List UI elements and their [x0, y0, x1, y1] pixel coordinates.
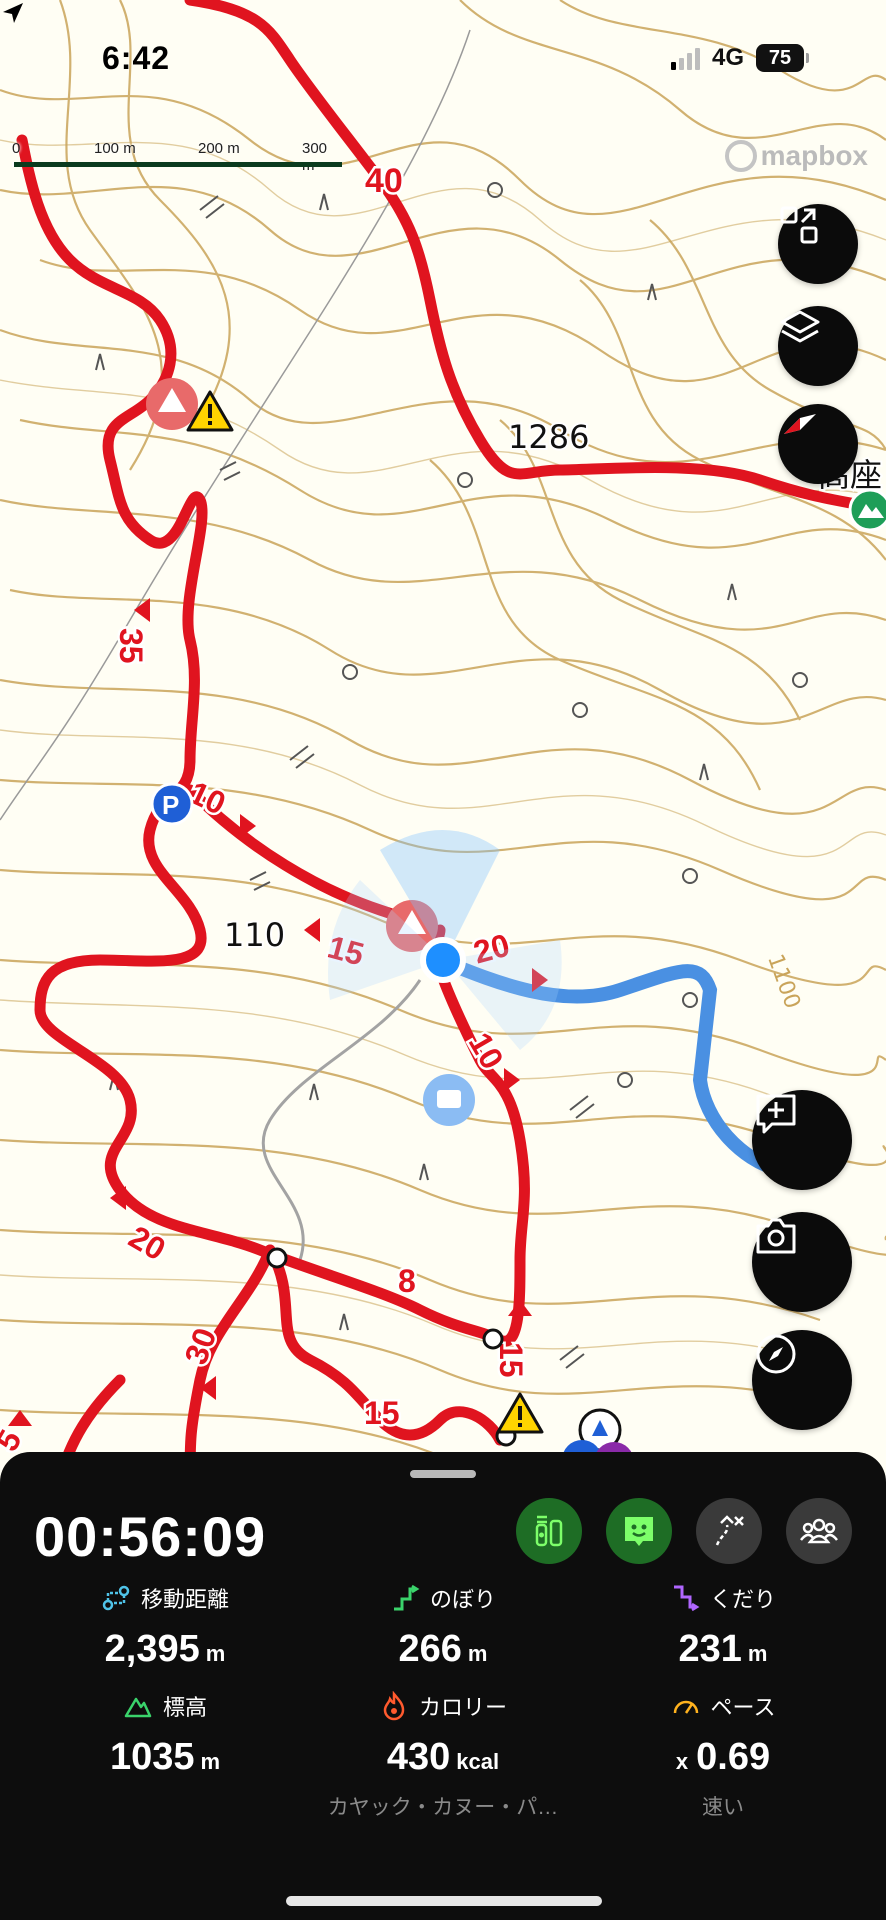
- signal-strength-icon: [670, 46, 700, 70]
- distance-label: 移動距離: [140, 1587, 229, 1612]
- descent-stat: くだり 231 m: [588, 1582, 858, 1671]
- battery-level: 75: [768, 46, 792, 69]
- elevation-unit: m: [200, 1749, 221, 1774]
- location-arrow-icon: [3, 3, 23, 23]
- scale-label: 200 m: [198, 140, 240, 157]
- route-time-label: 35: [113, 628, 149, 664]
- pace-prefix: x: [675, 1749, 689, 1774]
- elevation-value: 1035: [109, 1736, 195, 1778]
- flame-icon: [383, 1691, 405, 1721]
- off-route-button[interactable]: [696, 1498, 762, 1564]
- compass-icon: [756, 1334, 796, 1374]
- mapbox-icon: [724, 140, 757, 172]
- activity-panel[interactable]: 00:56:09 移動距離 2,395 m のぼり 266 m くだり 231 …: [0, 1452, 886, 1920]
- route-time-label: 40: [365, 162, 403, 200]
- activity-type[interactable]: カヤック・カヌー・パ…: [308, 1791, 578, 1821]
- status-indicators: 4G 75: [670, 44, 809, 72]
- pace-value: 0.69: [696, 1736, 771, 1778]
- calories-label: カロリー: [418, 1695, 507, 1720]
- ascent-value: 266: [398, 1628, 462, 1670]
- descent-value: 231: [678, 1628, 742, 1670]
- map-view[interactable]: 40 35 10 15 20 10 20 8 30 15 15 5 1286 1…: [0, 0, 886, 1480]
- camera-button[interactable]: [752, 1212, 852, 1312]
- elevation-label: 110: [224, 916, 285, 954]
- scale-label: 300 m: [302, 140, 328, 174]
- elapsed-timer: 00:56:09: [34, 1505, 267, 1568]
- safety-button[interactable]: [606, 1498, 672, 1564]
- camera-icon: [756, 1218, 796, 1254]
- descent-icon: [673, 1585, 700, 1612]
- pace-description: 速い: [702, 1796, 744, 1819]
- elevation-label: 標高: [162, 1695, 207, 1720]
- group-button[interactable]: [786, 1498, 852, 1564]
- attribution-label: mapbox: [760, 140, 868, 171]
- scale-bar: 0 100 m 200 m 300 m: [12, 140, 342, 174]
- speedometer-icon: [673, 1700, 698, 1714]
- distance-unit: m: [205, 1641, 226, 1666]
- ascent-icon: [393, 1584, 420, 1611]
- expand-icon: [780, 206, 818, 244]
- panel-drag-handle[interactable]: [410, 1470, 476, 1478]
- pace-label: ペース: [710, 1695, 776, 1720]
- gear-checklist-button[interactable]: [516, 1498, 582, 1564]
- add-note-icon: [756, 1094, 796, 1134]
- fit-route-button[interactable]: [778, 204, 858, 284]
- descent-label: くだり: [709, 1587, 776, 1612]
- add-note-button[interactable]: [752, 1090, 852, 1190]
- battery-icon: 75: [756, 44, 809, 72]
- status-time: 6:42: [102, 40, 171, 76]
- layers-button[interactable]: [778, 306, 858, 386]
- home-indicator[interactable]: [286, 1896, 602, 1906]
- distance-stat: 移動距離 2,395 m: [30, 1582, 300, 1671]
- calories-unit: kcal: [456, 1749, 500, 1774]
- ascent-unit: m: [467, 1641, 488, 1666]
- compass-mode-icon: [784, 414, 816, 434]
- elevation-label: 1286: [508, 418, 589, 456]
- group-icon: [800, 1518, 838, 1544]
- svg-text:P: P: [162, 790, 179, 820]
- network-type: 4G: [711, 44, 744, 71]
- layers-icon: [780, 310, 820, 343]
- note-marker-icon: [423, 1074, 475, 1126]
- scale-label: 100 m: [94, 140, 136, 157]
- compass-button[interactable]: [752, 1330, 852, 1430]
- calories-stat: カロリー 430 kcal カヤック・カヌー・パ…: [308, 1690, 578, 1821]
- ascent-label: のぼり: [429, 1587, 496, 1612]
- parking-icon: P: [150, 782, 194, 826]
- pace-stat: ペース x 0.69 速い: [588, 1690, 858, 1821]
- mountain-icon: [124, 1697, 152, 1718]
- badge-icon: [625, 1517, 653, 1546]
- summit-icon: [848, 488, 886, 532]
- descent-unit: m: [747, 1641, 768, 1666]
- scale-label: 0: [12, 140, 21, 157]
- route-time-label: 8: [398, 1263, 416, 1299]
- checklist-icon: [535, 1515, 563, 1547]
- calories-value: 430: [386, 1736, 451, 1778]
- mapbox-logo[interactable]: mapbox: [724, 140, 868, 172]
- ascent-stat: のぼり 266 m: [308, 1582, 578, 1671]
- route-time-label: 15: [364, 1395, 400, 1431]
- distance-value: 2,395: [104, 1628, 200, 1670]
- elevation-stat: 標高 1035 m: [30, 1690, 300, 1779]
- route-off-icon: [715, 1515, 744, 1546]
- distance-icon: [102, 1585, 130, 1611]
- heading-mode-button[interactable]: [778, 404, 858, 484]
